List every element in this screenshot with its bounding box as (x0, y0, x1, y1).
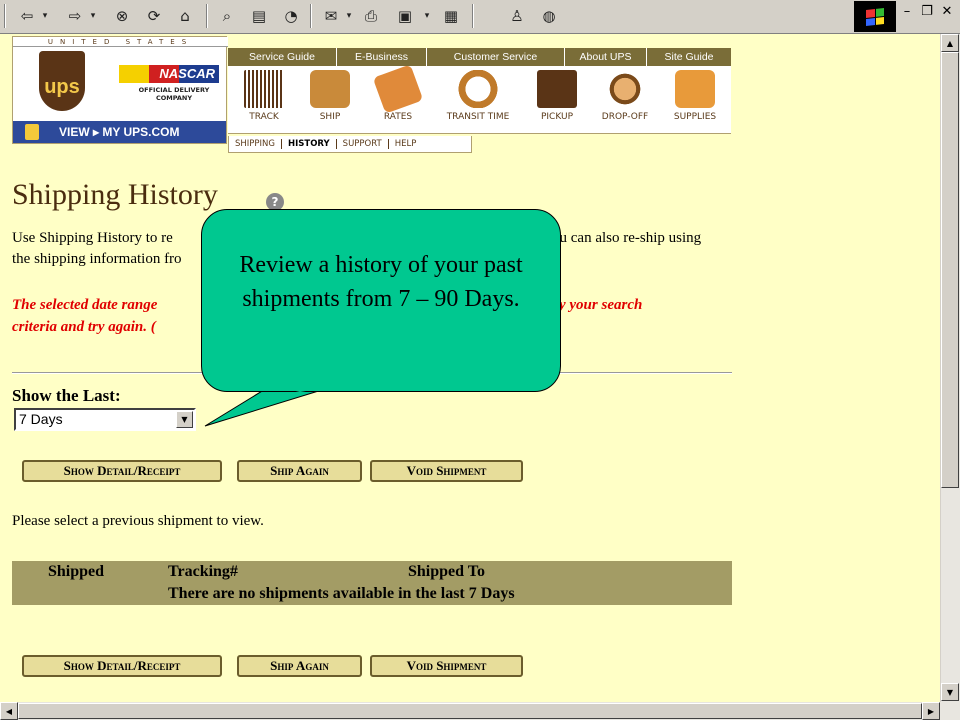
callout-text: Review a history of your past shipments … (239, 252, 523, 312)
callout-tail-cover (274, 386, 336, 392)
